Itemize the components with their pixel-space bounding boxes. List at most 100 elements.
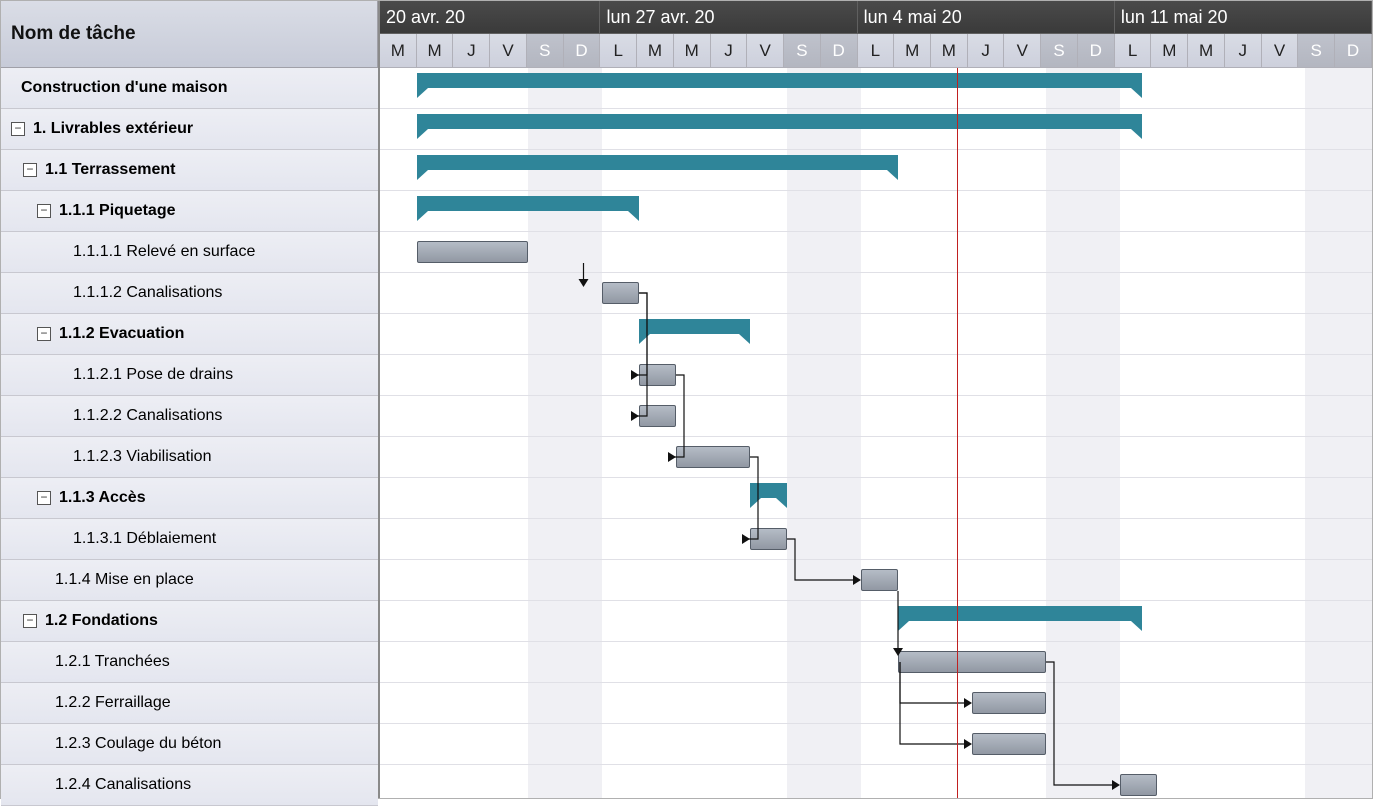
task-label: 1.1.2 Evacuation: [59, 325, 184, 343]
task-label: 1.1.4 Mise en place: [55, 571, 194, 589]
today-line: [957, 68, 958, 798]
day-header: V: [490, 34, 527, 68]
task-label: 1.1.1.2 Canalisations: [73, 284, 222, 302]
task-row-terrassement[interactable]: 1.1 Terrassement: [1, 150, 378, 191]
day-header: L: [600, 34, 637, 68]
gantt-row: [380, 396, 1372, 437]
day-header: V: [1262, 34, 1299, 68]
summary-bar-acces[interactable]: [750, 483, 787, 498]
task-row-canalisations-2[interactable]: 1.1.2.2 Canalisations: [1, 396, 378, 437]
gantt-row: [380, 478, 1372, 519]
day-header: M: [931, 34, 968, 68]
collapse-icon[interactable]: [23, 614, 37, 628]
task-label: 1.1.3.1 Déblaiement: [73, 530, 216, 548]
gantt-body[interactable]: [380, 68, 1372, 798]
task-bar-canalisations-3[interactable]: [1120, 774, 1157, 796]
day-header: L: [1115, 34, 1152, 68]
week-header: lun 11 mai 20: [1115, 1, 1372, 34]
task-label: 1.1.2.1 Pose de drains: [73, 366, 233, 384]
day-header: M: [380, 34, 417, 68]
day-header: S: [1041, 34, 1078, 68]
summary-bar-evacuation[interactable]: [639, 319, 750, 334]
task-label: 1.1.1.1 Relevé en surface: [73, 243, 255, 261]
task-row-pose-drains[interactable]: 1.1.2.1 Pose de drains: [1, 355, 378, 396]
gantt-row: [380, 273, 1372, 314]
gantt-row: [380, 724, 1372, 765]
task-row-livrables-ext[interactable]: 1. Livrables extérieur: [1, 109, 378, 150]
task-bar-canalisations-2[interactable]: [639, 405, 676, 427]
task-bar-canalisations-1[interactable]: [602, 282, 639, 304]
gantt-row: [380, 601, 1372, 642]
day-header: J: [711, 34, 748, 68]
day-header: V: [747, 34, 784, 68]
task-row-piquetage[interactable]: 1.1.1 Piquetage: [1, 191, 378, 232]
task-label: 1.1.2.2 Canalisations: [73, 407, 222, 425]
summary-bar-livrables-ext[interactable]: [417, 114, 1142, 129]
column-header-task-name[interactable]: Nom de tâche: [1, 1, 378, 68]
week-header: lun 4 mai 20: [858, 1, 1115, 34]
day-header: M: [674, 34, 711, 68]
task-row-construction[interactable]: Construction d'une maison: [1, 68, 378, 109]
day-header: L: [858, 34, 895, 68]
day-header: S: [784, 34, 821, 68]
day-header: S: [1298, 34, 1335, 68]
day-header: M: [417, 34, 454, 68]
timeline-header: 20 avr. 20lun 27 avr. 20lun 4 mai 20lun …: [380, 1, 1372, 68]
task-label: Construction d'une maison: [21, 79, 227, 97]
task-label: 1.1.1 Piquetage: [59, 202, 176, 220]
day-header: D: [1335, 34, 1372, 68]
gantt-row: [380, 683, 1372, 724]
day-header: J: [1225, 34, 1262, 68]
task-label: 1.2 Fondations: [45, 612, 158, 630]
task-bar-coulage-beton[interactable]: [972, 733, 1046, 755]
task-bar-pose-drains[interactable]: [639, 364, 676, 386]
task-row-acces[interactable]: 1.1.3 Accès: [1, 478, 378, 519]
summary-bar-construction[interactable]: [417, 73, 1142, 88]
task-row-mise-en-place[interactable]: 1.1.4 Mise en place: [1, 560, 378, 601]
task-bar-viabilisation[interactable]: [676, 446, 750, 468]
task-row-tranchees[interactable]: 1.2.1 Tranchées: [1, 642, 378, 683]
collapse-icon[interactable]: [37, 204, 51, 218]
task-bar-tranchees[interactable]: [898, 651, 1046, 673]
day-header: M: [1151, 34, 1188, 68]
task-bar-mise-en-place[interactable]: [861, 569, 898, 591]
task-bar-deblaiement[interactable]: [750, 528, 787, 550]
task-row-canalisations-1[interactable]: 1.1.1.2 Canalisations: [1, 273, 378, 314]
gantt-row: [380, 765, 1372, 798]
gantt-row: [380, 642, 1372, 683]
day-header: J: [453, 34, 490, 68]
gantt-row: [380, 314, 1372, 355]
task-row-coulage-beton[interactable]: 1.2.3 Coulage du béton: [1, 724, 378, 765]
gantt-row: [380, 232, 1372, 273]
day-header: J: [968, 34, 1005, 68]
task-row-canalisations-3[interactable]: 1.2.4 Canalisations: [1, 765, 378, 806]
day-header: D: [1078, 34, 1115, 68]
summary-bar-terrassement[interactable]: [417, 155, 898, 170]
task-row-fondations[interactable]: 1.2 Fondations: [1, 601, 378, 642]
collapse-icon[interactable]: [23, 163, 37, 177]
week-header: lun 27 avr. 20: [600, 1, 857, 34]
task-bar-ferraillage[interactable]: [972, 692, 1046, 714]
day-header: V: [1004, 34, 1041, 68]
task-row-evacuation[interactable]: 1.1.2 Evacuation: [1, 314, 378, 355]
day-header: M: [894, 34, 931, 68]
task-row-viabilisation[interactable]: 1.1.2.3 Viabilisation: [1, 437, 378, 478]
task-label: 1.2.4 Canalisations: [55, 776, 191, 794]
task-label: 1. Livrables extérieur: [33, 120, 193, 138]
task-label: 1.2.3 Coulage du béton: [55, 735, 221, 753]
task-label: 1.1 Terrassement: [45, 161, 175, 179]
summary-bar-fondations[interactable]: [898, 606, 1142, 621]
gantt-row: [380, 355, 1372, 396]
gantt-app: Nom de tâche Construction d'une maison 1.…: [0, 0, 1373, 799]
task-bar-releve-surface[interactable]: [417, 241, 528, 263]
task-row-releve-surface[interactable]: 1.1.1.1 Relevé en surface: [1, 232, 378, 273]
task-list-panel: Nom de tâche Construction d'une maison 1.…: [1, 1, 380, 798]
task-row-ferraillage[interactable]: 1.2.2 Ferraillage: [1, 683, 378, 724]
collapse-icon[interactable]: [37, 491, 51, 505]
collapse-icon[interactable]: [11, 122, 25, 136]
gantt-chart-panel[interactable]: 20 avr. 20lun 27 avr. 20lun 4 mai 20lun …: [380, 1, 1372, 798]
task-row-deblaiement[interactable]: 1.1.3.1 Déblaiement: [1, 519, 378, 560]
day-header: S: [527, 34, 564, 68]
collapse-icon[interactable]: [37, 327, 51, 341]
summary-bar-piquetage[interactable]: [417, 196, 639, 211]
